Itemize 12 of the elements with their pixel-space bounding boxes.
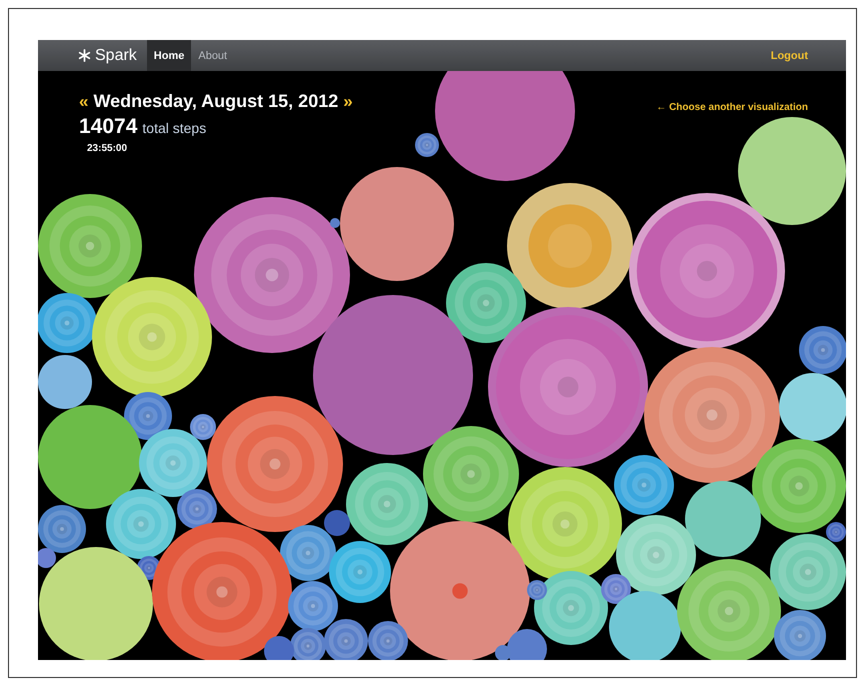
previous-day-link[interactable]: « [79, 92, 88, 112]
choose-visualization-link[interactable]: ← Choose another visualization [656, 102, 808, 113]
nav-tab[interactable]: About [191, 40, 234, 71]
steps-label: total steps [142, 120, 206, 136]
nav-tab[interactable]: Home [146, 40, 192, 71]
brand-link[interactable]: Spark [95, 46, 137, 64]
asterisk-icon [78, 49, 91, 62]
logout-link[interactable]: Logout [770, 40, 808, 71]
steps-count: 14074 [79, 115, 138, 139]
date-title: Wednesday, August 15, 2012 [93, 91, 338, 112]
next-day-link[interactable]: » [343, 92, 353, 112]
time-text: 23:55:00 [87, 143, 128, 154]
